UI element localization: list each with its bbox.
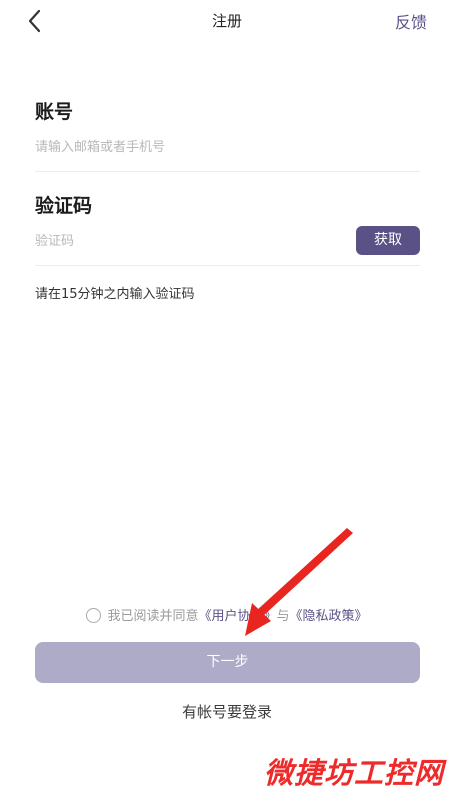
- register-page: 注册 反馈 账号 验证码 获取 请在15分钟之内输入验证码 我已阅读并同意《用户…: [0, 0, 454, 796]
- account-label: 账号: [35, 101, 74, 123]
- agreement-prefix: 我已阅读并同意: [107, 609, 199, 624]
- code-label: 验证码: [35, 195, 93, 217]
- page-title: 注册: [211, 12, 242, 30]
- code-hint: 请在15分钟之内输入验证码: [35, 287, 195, 302]
- agreement-conjunction: 与: [276, 609, 290, 624]
- get-code-button[interactable]: 获取: [356, 226, 420, 255]
- user-agreement-link[interactable]: 《用户协议》: [198, 609, 276, 624]
- code-input[interactable]: [35, 231, 295, 251]
- header-bar: 注册 反馈: [0, 0, 454, 42]
- feedback-button[interactable]: 反馈: [395, 9, 427, 33]
- privacy-policy-link[interactable]: 《隐私政策》: [290, 609, 368, 624]
- account-input[interactable]: [35, 137, 335, 157]
- watermark-logo: 微捷坊工控网: [263, 756, 444, 790]
- code-divider: [35, 265, 420, 266]
- login-link[interactable]: 有帐号要登录: [0, 701, 454, 722]
- account-divider: [35, 171, 420, 172]
- agreement-radio[interactable]: [86, 608, 102, 623]
- agreement-row: 我已阅读并同意《用户协议》与《隐私政策》: [0, 605, 454, 627]
- next-step-button[interactable]: 下一步: [35, 642, 420, 683]
